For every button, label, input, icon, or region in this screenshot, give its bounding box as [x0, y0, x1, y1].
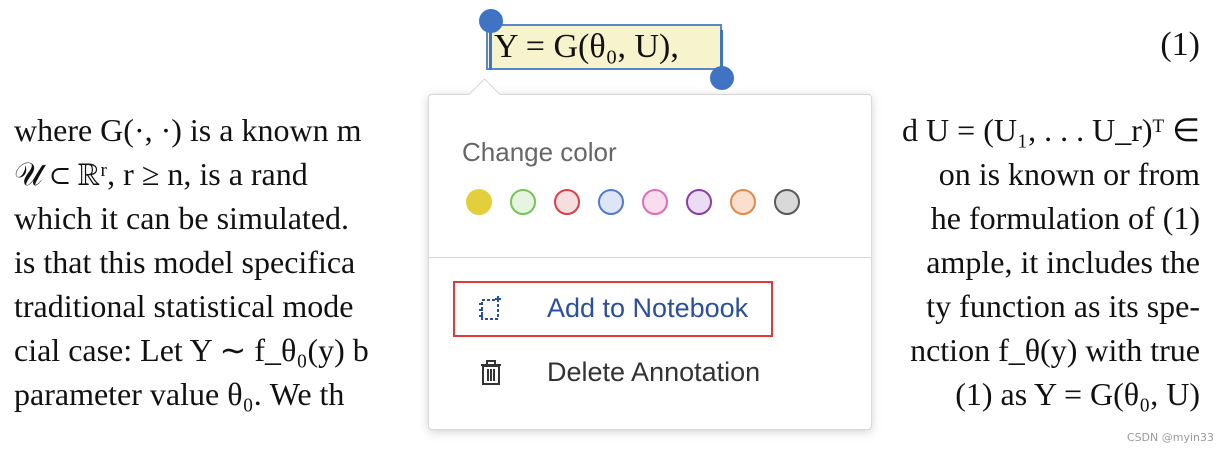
- color-swatch-pink[interactable]: [642, 189, 668, 215]
- selection-end-handle[interactable]: [710, 66, 734, 90]
- equation-text: Y = G(θ₀, U),: [494, 28, 679, 65]
- watermark: CSDN @myin33: [1126, 431, 1214, 444]
- color-swatch-blue[interactable]: [598, 189, 624, 215]
- color-swatch-purple[interactable]: [686, 189, 712, 215]
- color-swatches: [466, 189, 800, 215]
- selection-start-handle[interactable]: [479, 9, 503, 33]
- equation-selection[interactable]: Y = G(θ₀, U),: [486, 24, 726, 72]
- equation-number: (1): [1160, 26, 1200, 63]
- color-swatch-green[interactable]: [510, 189, 536, 215]
- delete-annotation-label: Delete Annotation: [547, 356, 761, 387]
- change-color-label: Change color: [462, 137, 617, 167]
- color-swatch-red[interactable]: [554, 189, 580, 215]
- color-swatch-orange[interactable]: [730, 189, 756, 215]
- selection-start-handle-bar[interactable]: [489, 28, 492, 70]
- add-to-notebook-button[interactable]: Add to Notebook: [453, 281, 773, 337]
- highlight-box: [453, 281, 773, 337]
- color-swatch-yellow[interactable]: [466, 189, 492, 215]
- trash-icon: [473, 354, 509, 390]
- popover-divider: [429, 257, 871, 258]
- delete-annotation-button[interactable]: Delete Annotation: [453, 345, 773, 399]
- color-swatch-gray[interactable]: [774, 189, 800, 215]
- annotation-popover: Change color Add to Notebook Delete Anno…: [428, 94, 872, 430]
